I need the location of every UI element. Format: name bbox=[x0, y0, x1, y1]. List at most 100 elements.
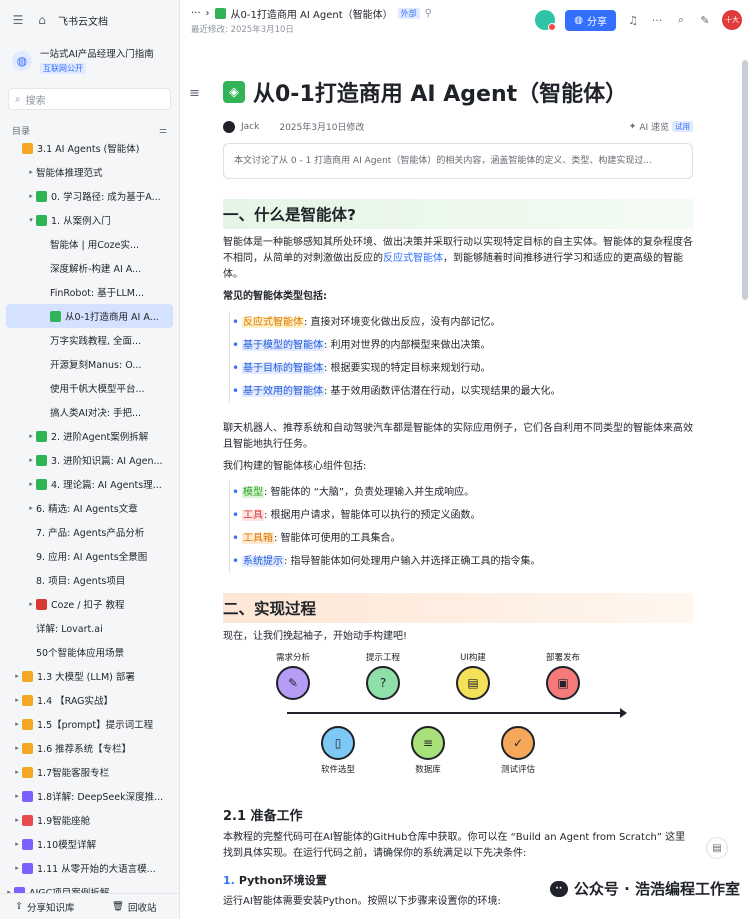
expand-arrow-icon[interactable]: ▸ bbox=[12, 864, 22, 872]
toc-settings-icon[interactable]: ⚌ bbox=[159, 126, 167, 136]
trash-button[interactable]: 🗑 回收站 bbox=[90, 900, 180, 914]
sidebar: ☰ ⌂ 飞书云文档 ◍ 一站式AI产品经理入门指南 互联网公开 ⌕ 搜索 目录 … bbox=[0, 0, 180, 919]
expand-arrow-icon[interactable]: ▸ bbox=[26, 168, 36, 176]
tree-item[interactable]: ▸ 1.9智能座舱 bbox=[0, 808, 179, 832]
share-button[interactable]: ◍ 分享 bbox=[565, 9, 616, 31]
breadcrumb: ··· › 从0-1打造商用 AI Agent（智能体） 外部 ⚲ 最近修改: … bbox=[191, 6, 432, 35]
tree-item[interactable]: ▸ 1.8详解: DeepSeek深度推... bbox=[0, 784, 179, 808]
app-name: 飞书云文档 bbox=[58, 16, 108, 28]
tree-item[interactable]: 8. 项目: Agents项目 bbox=[0, 568, 179, 592]
tree-item[interactable]: ▸ 3. 进阶知识篇: AI Agen... bbox=[0, 448, 179, 472]
tree-item[interactable]: 智能体 | 用Coze实... bbox=[0, 232, 179, 256]
tree-item[interactable]: 详解: Lovart.ai bbox=[0, 616, 179, 640]
expand-arrow-icon[interactable]: ▸ bbox=[12, 720, 22, 728]
expand-arrow-icon[interactable]: ▾ bbox=[26, 216, 36, 224]
expand-arrow-icon[interactable]: ▸ bbox=[26, 456, 36, 464]
breadcrumb-title[interactable]: 从0-1打造商用 AI Agent（智能体） bbox=[231, 6, 393, 21]
expand-arrow-icon[interactable]: ▸ bbox=[12, 768, 22, 776]
author-avatar[interactable] bbox=[223, 120, 235, 133]
search-icon[interactable]: ⌕ bbox=[674, 13, 688, 27]
tree-item[interactable]: ▸ 1.11 从零开始的大语言模... bbox=[0, 856, 179, 880]
expand-arrow-icon[interactable]: ▸ bbox=[26, 504, 36, 512]
tree-item[interactable]: ▸ 1.7智能客服专栏 bbox=[0, 760, 179, 784]
comment-float-icon[interactable]: ▤ bbox=[706, 837, 728, 859]
tree-item[interactable]: 深度解析-构建 AI A... bbox=[0, 256, 179, 280]
paragraph-start: 现在，让我们挽起袖子，开始动手构建吧! bbox=[223, 631, 408, 642]
reactive-agent-link[interactable]: 反应式智能体 bbox=[383, 253, 443, 264]
more-options-icon[interactable]: ··· bbox=[650, 13, 664, 27]
tree-item[interactable]: 从0-1打造商用 AI A... bbox=[6, 304, 173, 328]
expand-arrow-icon[interactable]: ▸ bbox=[26, 192, 36, 200]
tree-item-label: 6. 精选: AI Agents文章 bbox=[36, 504, 138, 515]
expand-arrow-icon[interactable]: ▸ bbox=[12, 672, 22, 680]
tree-item-label: 2. 进阶Agent案例拆解 bbox=[51, 432, 149, 443]
tree-item[interactable]: ▸ 1.10模型详解 bbox=[0, 832, 179, 856]
space-name: 一站式AI产品经理入门指南 bbox=[40, 49, 154, 60]
tree-item[interactable]: ▸ 4. 理论篇: AI Agents理... bbox=[0, 472, 179, 496]
outline-toggle-icon[interactable]: ≡ bbox=[189, 86, 200, 101]
expand-arrow-icon[interactable]: ▸ bbox=[12, 840, 22, 848]
tree-item-label: 从0-1打造商用 AI A... bbox=[65, 312, 159, 323]
pin-icon[interactable]: ⚲ bbox=[425, 8, 432, 19]
home-icon[interactable]: ⌂ bbox=[34, 12, 50, 28]
tree-item-label: 万字实践教程, 全面... bbox=[50, 336, 142, 347]
tree-item[interactable]: ▸ 智能体推理范式 bbox=[0, 160, 179, 184]
more-icon[interactable]: ··· bbox=[191, 8, 201, 19]
tree-item[interactable]: 3.1 AI Agents (智能体) bbox=[0, 136, 179, 160]
tree-item[interactable]: ▸ Coze / 扣子 教程 bbox=[0, 592, 179, 616]
expand-arrow-icon[interactable]: ▸ bbox=[26, 600, 36, 608]
tree-item[interactable]: 7. 产品: Agents产品分析 bbox=[0, 520, 179, 544]
watermark: ·· 公众号 · 浩浩编程工作室 bbox=[549, 878, 740, 899]
tree-item[interactable]: FinRobot: 基于LLM... bbox=[0, 280, 179, 304]
author-name[interactable]: Jack bbox=[241, 122, 259, 132]
tree-item[interactable]: ▸ 1.6 推荐系统【专栏】 bbox=[0, 736, 179, 760]
ai-summary-button[interactable]: ✦ AI 速览 试用 bbox=[629, 120, 693, 133]
tree-item-label: 1.8详解: DeepSeek深度推... bbox=[37, 792, 164, 803]
account-avatar[interactable]: 十大 bbox=[722, 10, 742, 30]
expand-arrow-icon[interactable]: ▸ bbox=[26, 432, 36, 440]
space-card[interactable]: ◍ 一站式AI产品经理入门指南 互联网公开 bbox=[0, 40, 179, 82]
doc-icon bbox=[50, 310, 61, 322]
tree-item[interactable]: ▸ 1.5【prompt】提示词工程 bbox=[0, 712, 179, 736]
scrollbar[interactable] bbox=[742, 60, 748, 300]
tree-item[interactable]: 搞人类AI对决: 手把... bbox=[0, 400, 179, 424]
bell-icon[interactable]: ♫ bbox=[626, 13, 640, 27]
ai-summary-box[interactable]: 本文讨论了从 0 - 1 打造商用 AI Agent（智能体）的相关内容，涵盖智… bbox=[223, 143, 693, 179]
hamburger-icon[interactable]: ☰ bbox=[10, 12, 26, 28]
tree-item-label: 智能体推理范式 bbox=[36, 168, 103, 179]
tree-item[interactable]: ▸ 0. 学习路径: 成为基于A... bbox=[0, 184, 179, 208]
list-item: 基于模型的智能体: 利用对世界的内部模型来做出决策。 bbox=[232, 334, 693, 357]
tree-item[interactable]: ▸ 1.3 大模型 (LLM) 部署 bbox=[0, 664, 179, 688]
expand-arrow-icon[interactable]: ▸ bbox=[12, 792, 22, 800]
tree-item[interactable]: ▾ 1. 从案例入门 bbox=[0, 208, 179, 232]
tree-item[interactable]: ▸ 1.4 【RAG实战】 bbox=[0, 688, 179, 712]
user-avatar[interactable] bbox=[535, 10, 557, 31]
doc-icon bbox=[22, 694, 33, 706]
doc-icon bbox=[36, 454, 47, 466]
share-icon: ⇪ bbox=[15, 901, 23, 912]
doc-meta: Jack 2025年3月10日修改 ✦ AI 速览 试用 bbox=[223, 120, 693, 133]
heading-implementation: 二、实现过程 bbox=[223, 593, 693, 623]
process-step: ✓ 测试评估 bbox=[488, 723, 548, 775]
tree-item-label: 智能体 | 用Coze实... bbox=[50, 240, 140, 251]
search-input[interactable]: ⌕ 搜索 bbox=[8, 88, 171, 110]
tree-item[interactable]: 开源复刻Manus: O... bbox=[0, 352, 179, 376]
tree-item[interactable]: 使用千帆大模型平台... bbox=[0, 376, 179, 400]
expand-arrow-icon[interactable]: ▸ bbox=[12, 696, 22, 704]
document-content: ◈ 从0-1打造商用 AI Agent（智能体） Jack 2025年3月10日… bbox=[223, 76, 693, 910]
agent-types-list: 反应式智能体: 直接对环境变化做出反应，没有内部记忆。基于模型的智能体: 利用对… bbox=[229, 311, 693, 403]
expand-arrow-icon[interactable]: ▸ bbox=[12, 744, 22, 752]
tree-item[interactable]: 万字实践教程, 全面... bbox=[0, 328, 179, 352]
edit-icon[interactable]: ✎ bbox=[698, 13, 712, 27]
share-knowledge-button[interactable]: ⇪ 分享知识库 bbox=[0, 900, 90, 914]
doc-icon bbox=[36, 214, 47, 226]
doc-icon bbox=[22, 670, 33, 682]
tree-item[interactable]: ▸ 6. 精选: AI Agents文章 bbox=[0, 496, 179, 520]
tree-item[interactable]: 9. 应用: AI Agents全景图 bbox=[0, 544, 179, 568]
globe-icon: ◍ bbox=[12, 51, 32, 71]
expand-arrow-icon[interactable]: ▸ bbox=[26, 480, 36, 488]
tree-item-label: 1.7智能客服专栏 bbox=[37, 768, 110, 779]
expand-arrow-icon[interactable]: ▸ bbox=[12, 816, 22, 824]
tree-item[interactable]: ▸ 2. 进阶Agent案例拆解 bbox=[0, 424, 179, 448]
tree-item[interactable]: 50个智能体应用场景 bbox=[0, 640, 179, 664]
